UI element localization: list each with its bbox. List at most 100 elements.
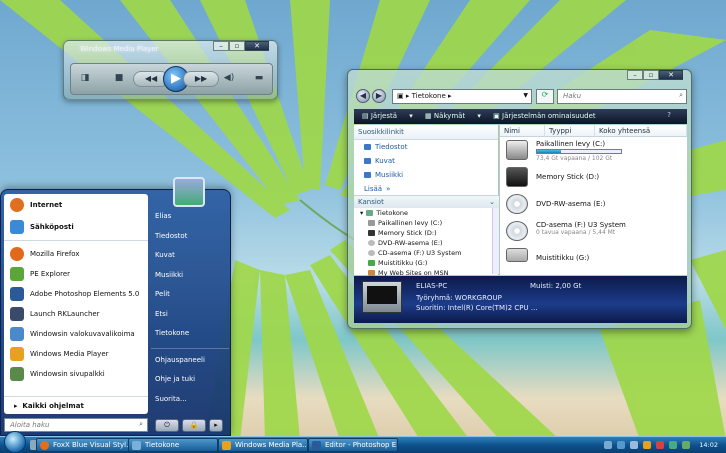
media-player-window[interactable]: Windows Media Player – ▫ ✕ ◨ ■ ◀◀ ▶ ▶▶ ◀… — [63, 40, 278, 100]
search-link[interactable]: Etsi — [151, 306, 229, 326]
program-item[interactable]: Mozilla Firefox — [4, 244, 148, 264]
sleep-button[interactable]: ⏻ — [155, 419, 179, 432]
computer-link[interactable]: Tietokone — [151, 325, 229, 345]
network-icon[interactable] — [617, 441, 626, 449]
explorer-window[interactable]: – ▫ ✕ ◀ ▶ ▣ ▸ Tietokone ▸ ▼ ⟳ Haku ⌕ ▤ J… — [347, 69, 692, 329]
window-caption-buttons: – ▫ ✕ — [213, 41, 269, 51]
control-panel-link[interactable]: Ohjauspaneeli — [151, 352, 229, 372]
shutdown-options-button[interactable]: ▸ — [209, 419, 223, 432]
volume-icon[interactable]: ◀) — [221, 73, 237, 87]
search-placeholder: Haku — [563, 92, 582, 100]
memory-info: Muisti: 2,00 Gt — [530, 282, 582, 290]
column-type[interactable]: Tyyppi — [545, 125, 595, 136]
start-button[interactable] — [4, 431, 26, 453]
documents-link[interactable]: Tiedostot — [151, 228, 229, 248]
media-player-title: Windows Media Player — [80, 45, 159, 53]
program-item[interactable]: Adobe Photoshop Elements 5.0 — [4, 284, 148, 304]
pc-name: ELIAS-PC — [416, 282, 448, 290]
user-folder[interactable]: Elias — [151, 208, 229, 228]
maximize-button[interactable]: ▫ — [229, 41, 245, 51]
clock[interactable]: 14:02 — [699, 441, 718, 449]
program-item[interactable]: Sähköposti — [4, 216, 148, 238]
cd-drive-icon — [506, 221, 528, 241]
forward-button[interactable]: ▶ — [372, 89, 386, 103]
tree-item[interactable]: DVD-RW-asema (E:) — [354, 238, 499, 248]
browser-icon — [10, 198, 24, 212]
firefox-icon — [10, 247, 24, 261]
favorite-link[interactable]: Musiikki — [354, 168, 498, 182]
tree-item[interactable]: Paikallinen levy (C:) — [354, 218, 499, 228]
program-item[interactable]: Windowsin sivupalkki — [4, 364, 148, 384]
program-item[interactable]: Internet — [4, 194, 148, 216]
taskbar-button[interactable]: Tietokone — [128, 438, 218, 452]
details-pane: ELIAS-PC Muisti: 2,00 Gt Työryhmä: WORKG… — [354, 276, 687, 323]
drive-item[interactable]: DVD-RW-asema (E:) — [500, 191, 687, 218]
pictures-link[interactable]: Kuvat — [151, 247, 229, 267]
drive-item[interactable]: Memory Stick (D:) — [500, 164, 687, 191]
app-tray-icon[interactable] — [643, 441, 652, 449]
next-button[interactable]: ▶▶ — [183, 71, 219, 87]
more-links[interactable]: Lisää » — [354, 182, 498, 196]
firefox-icon — [40, 441, 49, 450]
folders-header[interactable]: Kansiot ⌄ — [354, 196, 499, 208]
search-input[interactable]: Haku ⌕ — [557, 89, 687, 104]
drive-name: Paikallinen levy (C:) — [536, 140, 606, 148]
lock-button[interactable]: 🔒 — [182, 419, 206, 432]
favorites-header: Suosikkilinkit — [354, 125, 498, 140]
hard-drive-icon — [506, 140, 528, 160]
program-item[interactable]: Windows Media Player — [4, 344, 148, 364]
divider — [151, 345, 229, 349]
tree-item[interactable]: ▾ Tietokone — [354, 208, 499, 218]
tree-item[interactable]: Memory Stick (D:) — [354, 228, 499, 238]
minimize-button[interactable]: – — [213, 41, 229, 51]
games-link[interactable]: Pelit — [151, 286, 229, 306]
maximize-button[interactable]: ▫ — [643, 70, 659, 80]
program-item[interactable]: PE Explorer — [4, 264, 148, 284]
drive-item[interactable]: Paikallinen levy (C:) 73,4 Gt vapaana / … — [500, 137, 687, 164]
taskbar-button[interactable]: Windows Media Pla... — [218, 438, 308, 452]
tree-scrollbar[interactable] — [492, 208, 499, 274]
address-bar[interactable]: ▣ ▸ Tietokone ▸ ▼ — [392, 89, 532, 104]
minimize-button[interactable]: – — [627, 70, 643, 80]
volume-slider[interactable]: ▬ — [251, 73, 267, 87]
system-properties-button[interactable]: ▣ Järjestelmän ominaisuudet — [493, 112, 605, 120]
power-buttons: ⏻ 🔒 ▸ — [155, 419, 223, 432]
media-player-icon — [10, 347, 24, 361]
taskbar-button[interactable]: FoxX Blue Visual Styl... — [36, 438, 136, 452]
close-button[interactable]: ✕ — [245, 41, 269, 51]
refresh-button[interactable]: ⟳ — [536, 89, 554, 104]
sidebar-icon — [10, 367, 24, 381]
program-item[interactable]: Launch RKLauncher — [4, 304, 148, 324]
security-icon[interactable] — [656, 441, 665, 449]
computer-icon — [362, 281, 402, 313]
tree-item[interactable]: Muistitikku (G:) — [354, 258, 499, 268]
start-search-input[interactable]: Aloita haku ⌕ — [4, 418, 148, 432]
drive-item[interactable]: CD-asema (F:) U3 System 0 tavua vapaana … — [500, 218, 687, 245]
tray-arrow-icon[interactable] — [604, 441, 613, 449]
drive-name: Muistitikku (G:) — [536, 254, 590, 262]
run-link[interactable]: Suorita... — [151, 391, 229, 411]
back-button[interactable]: ◀ — [356, 89, 370, 103]
taskbar-button[interactable]: Editor - Photoshop E... — [308, 438, 398, 452]
column-name[interactable]: Nimi — [500, 125, 545, 136]
all-programs[interactable]: ▸ Kaikki ohjelmat — [4, 396, 148, 414]
favorite-link[interactable]: Tiedostot — [354, 140, 498, 154]
help-icon[interactable]: ? — [667, 111, 671, 119]
app-tray-icon[interactable] — [682, 441, 691, 449]
close-button[interactable]: ✕ — [659, 70, 683, 80]
views-button[interactable]: ▦ Näkymät ▾ — [425, 112, 481, 120]
chevron-down-icon[interactable]: ▼ — [523, 92, 528, 99]
column-total-size[interactable]: Koko yhteensä — [595, 125, 687, 136]
organize-button[interactable]: ▤ Järjestä ▾ — [362, 112, 413, 120]
favorite-link[interactable]: Kuvat — [354, 154, 498, 168]
stop-button[interactable]: ■ — [111, 73, 127, 87]
search-icon: ⌕ — [139, 420, 143, 428]
help-link[interactable]: Ohje ja tuki — [151, 371, 229, 391]
volume-icon[interactable] — [630, 441, 639, 449]
music-link[interactable]: Musiikki — [151, 267, 229, 287]
switch-view-icon[interactable]: ◨ — [77, 73, 93, 87]
program-item[interactable]: Windowsin valokuvavalikoima — [4, 324, 148, 344]
drive-item[interactable]: Muistitikku (G:) — [500, 245, 687, 272]
tree-item[interactable]: CD-asema (F:) U3 System — [354, 248, 499, 258]
app-tray-icon[interactable] — [669, 441, 678, 449]
